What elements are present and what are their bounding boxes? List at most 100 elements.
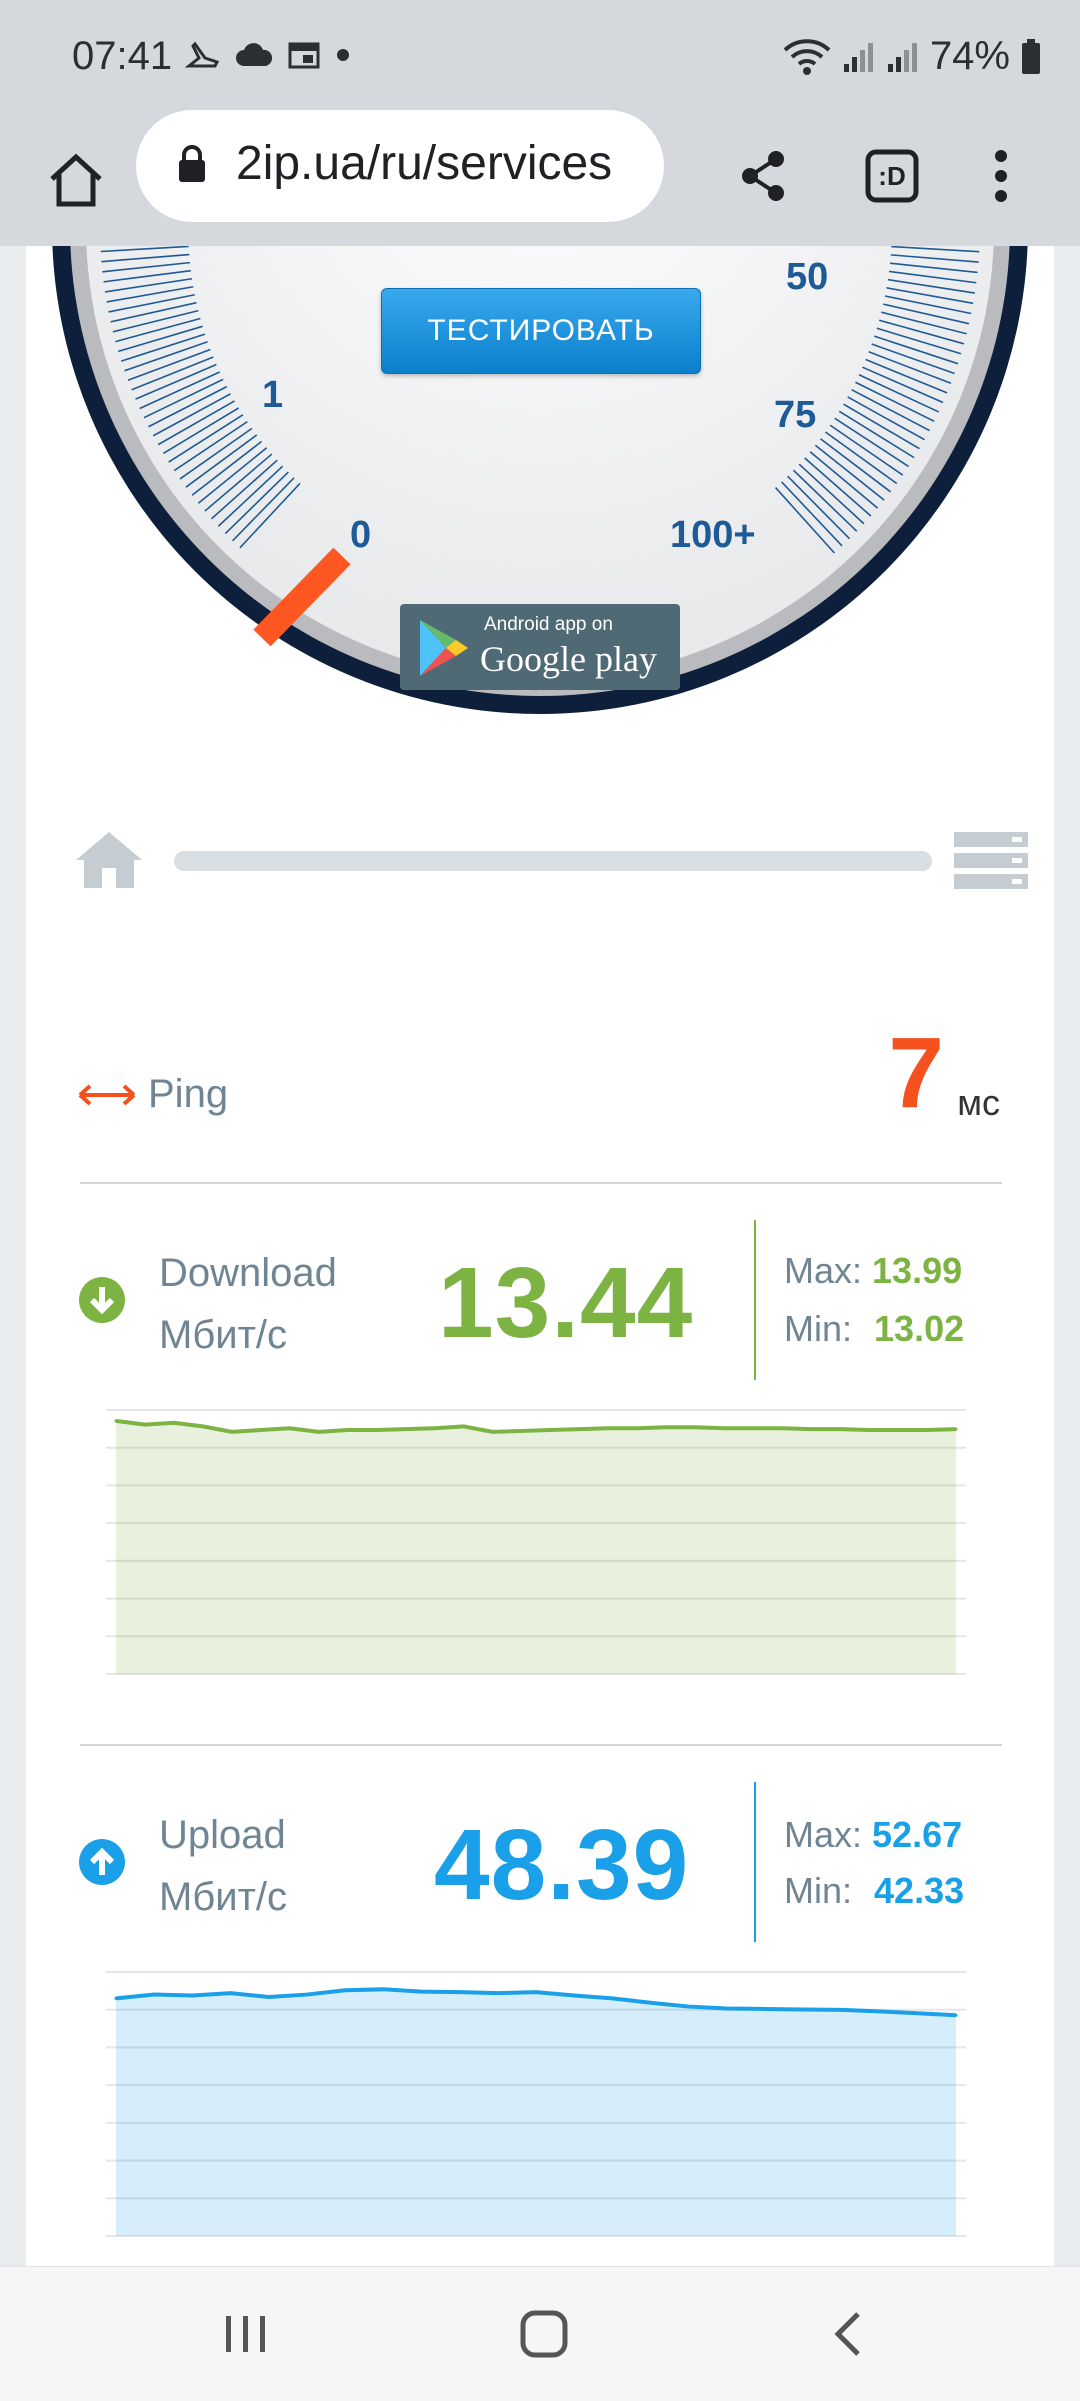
divider (80, 1182, 1002, 1184)
chart-point (190, 1994, 194, 1998)
address-bar[interactable]: 2ip.ua/ru/services (136, 110, 664, 222)
upload-min-value: 42.33 (874, 1870, 965, 1911)
chart-point (259, 1428, 263, 1432)
chart-point (577, 1427, 581, 1431)
chart-point (751, 1426, 755, 1430)
upload-max-value: 52.67 (872, 1814, 963, 1855)
chart-point (381, 1987, 385, 1991)
chart-point (114, 1996, 118, 2000)
chart-point (343, 1988, 347, 1992)
menu-icon (995, 150, 1007, 202)
home-button[interactable] (36, 140, 116, 220)
chart-point (809, 1427, 813, 1431)
gauge-label-75: 75 (774, 394, 817, 436)
store-badge-small-text: Android app on (484, 614, 613, 635)
back-icon (834, 2312, 860, 2356)
upload-chart (106, 1971, 966, 2237)
chart-point (954, 1427, 958, 1431)
status-time: 07:41 (72, 34, 173, 78)
system-nav-bar (0, 2266, 1080, 2401)
chart-point (664, 1425, 668, 1429)
url-text[interactable]: 2ip.ua/ru/services (236, 136, 666, 191)
download-chart (106, 1409, 966, 1675)
share-icon (742, 151, 784, 201)
download-value: 13.44 (438, 1247, 694, 1359)
download-unit: Мбит/с (159, 1313, 288, 1357)
upload-separator (754, 1782, 756, 1942)
tab-switcher-button[interactable]: :D (852, 136, 932, 216)
signal-icon (843, 42, 873, 72)
ping-value: 7 (888, 1017, 944, 1129)
battery-icon (1022, 38, 1040, 74)
speed-gauge: ТЕСТИРОВАТЬ 50 1 75 0 100+ Android app o… (26, 246, 1054, 806)
signal-icon (887, 42, 917, 72)
chart-point (491, 1430, 495, 1434)
chart-point (725, 2006, 729, 2010)
upload-max: Max: 52.67 (784, 1814, 962, 1856)
shoes-icon (185, 41, 220, 68)
chart-area (116, 1420, 956, 1674)
upload-min: Min: 42.33 (784, 1870, 964, 1912)
chart-point (143, 1423, 147, 1427)
home-nav-icon (520, 2310, 568, 2358)
gauge-label-50: 50 (786, 256, 829, 298)
tab-label: :D (878, 160, 906, 191)
chart-point (114, 1419, 118, 1423)
gauge-label-0: 0 (350, 514, 372, 556)
download-min-value: 13.02 (874, 1308, 965, 1349)
chart-point (346, 1428, 350, 1432)
download-icon (79, 1277, 125, 1323)
chart-point (763, 2007, 767, 2011)
chart-point (267, 1995, 271, 1999)
play-store-icon (420, 620, 468, 676)
share-button[interactable] (730, 136, 796, 216)
chart-point (288, 1426, 292, 1430)
chart-point (317, 1430, 321, 1434)
chart-point (404, 1427, 408, 1431)
chart-series-line (115, 1418, 957, 1434)
upload-max-label: Max: (784, 1814, 863, 1855)
chart-point (462, 1424, 466, 1428)
home-nav-button[interactable] (494, 2297, 594, 2371)
google-play-badge[interactable]: Android app on Google play (400, 604, 680, 690)
chart-point (722, 1426, 726, 1430)
chart-point (520, 1429, 524, 1433)
ping-label: Ping (148, 1072, 229, 1116)
upload-label-block: Upload Мбит/с (159, 1804, 287, 1928)
upload-label: Upload (159, 1813, 286, 1857)
download-label-block: Download Мбит/с (159, 1242, 337, 1366)
server-icon (954, 832, 1028, 889)
menu-button[interactable] (968, 136, 1034, 216)
system-icons: 74% (782, 34, 1042, 79)
recent-apps-icon (226, 2316, 265, 2352)
chart-point (867, 1428, 871, 1432)
progress-track (174, 851, 932, 871)
page-content: ТЕСТИРОВАТЬ 50 1 75 0 100+ Android app o… (26, 246, 1054, 2266)
battery-percent: 74% (929, 34, 1010, 78)
chart-area (116, 1989, 956, 2236)
download-max-value: 13.99 (872, 1250, 963, 1291)
gauge-label-1: 1 (262, 374, 284, 416)
chart-point (496, 1991, 500, 1995)
dot-icon (337, 49, 349, 61)
ping-unit: мс (957, 1082, 1000, 1123)
chart-point (838, 1427, 842, 1431)
chart-point (229, 1991, 233, 1995)
chart-point (954, 2013, 958, 2017)
notification-icons (185, 40, 351, 70)
chart-point (635, 1426, 639, 1430)
download-min: Min: 13.02 (784, 1308, 964, 1350)
chart-point (375, 1428, 379, 1432)
test-button[interactable]: ТЕСТИРОВАТЬ (381, 288, 701, 374)
chart-point (433, 1426, 437, 1430)
lock-icon (179, 145, 205, 182)
chart-point (780, 1426, 784, 1430)
chart-point (548, 1428, 552, 1432)
status-bar: 07:41 74% (0, 0, 1080, 118)
download-max: Max: 13.99 (784, 1250, 962, 1292)
chart-point (419, 1990, 423, 1994)
chart-point (896, 1428, 900, 1432)
recent-apps-button[interactable] (196, 2297, 296, 2371)
back-button[interactable] (798, 2297, 898, 2371)
chart-point (649, 2001, 653, 2005)
